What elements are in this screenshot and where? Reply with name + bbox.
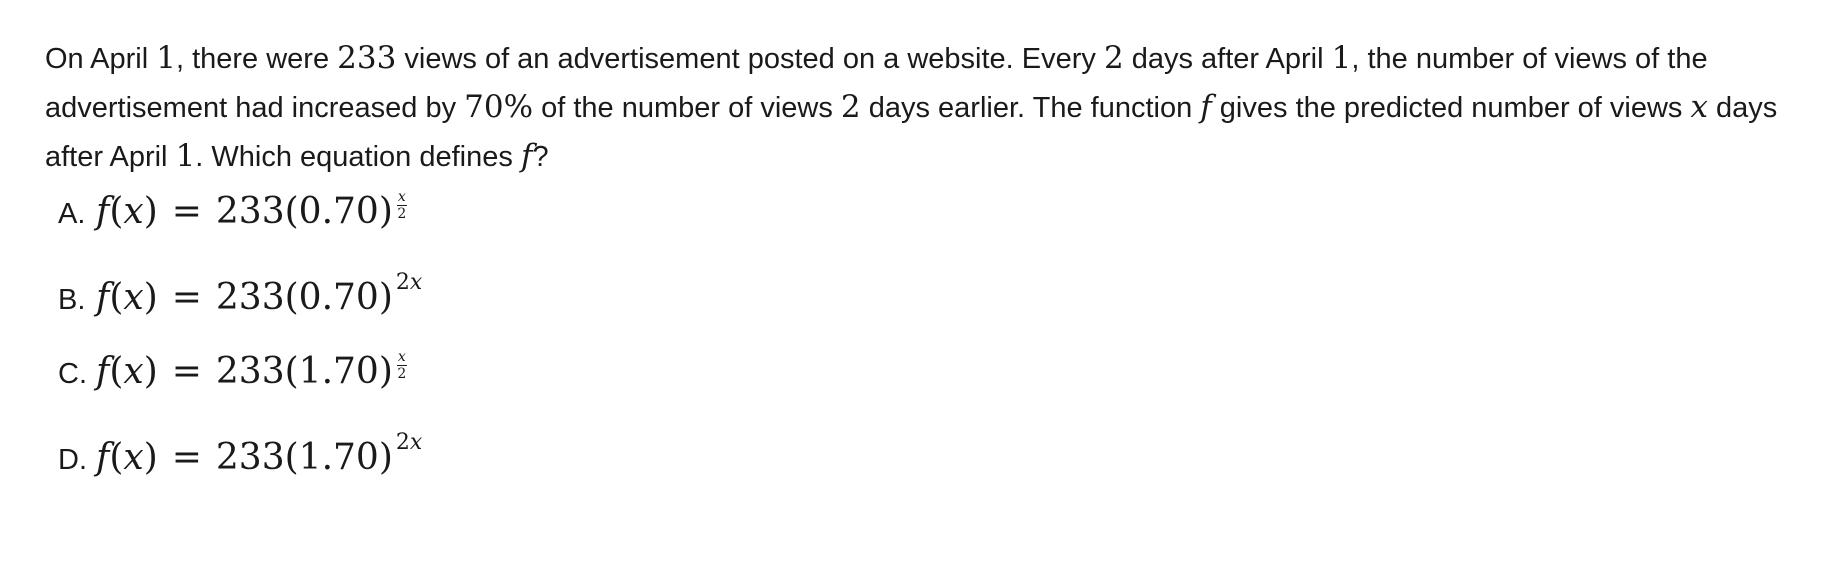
exponent-denominator: 2: [397, 206, 407, 222]
question-segment: views of an advertisement posted on a we…: [396, 43, 1104, 75]
question-number: 1: [175, 138, 196, 174]
growth-base: (1.70): [284, 351, 393, 392]
question-number: 233: [337, 40, 397, 76]
fraction-exponent: x2: [396, 189, 407, 222]
exponent-coefficient: 2: [395, 270, 410, 295]
choice-letter: D.: [58, 444, 87, 476]
exponent-denominator: 2: [397, 366, 407, 382]
question-segment: ?: [532, 141, 549, 173]
function-name: f: [96, 191, 110, 232]
question-variable: f: [1200, 89, 1212, 125]
function-name: f: [96, 277, 110, 318]
equals-sign: =: [171, 351, 202, 392]
question-segment: On April: [45, 43, 157, 75]
question-segment: days earlier. The function: [860, 92, 1201, 124]
function-argument: x: [123, 191, 144, 232]
equals-sign: =: [171, 437, 202, 478]
choice-equation: f(x) = 233(1.70) x 2: [96, 349, 407, 392]
question-variable: x: [1690, 89, 1708, 125]
answer-choice-d[interactable]: D. f(x) = 233(1.70) 2x: [58, 430, 422, 510]
exponent-numerator: x: [396, 189, 407, 206]
exponent-variable: x: [409, 430, 423, 455]
coefficient: 233: [215, 351, 285, 392]
product-exponent: 2x: [396, 430, 422, 455]
question-number: 1: [1331, 40, 1352, 76]
question-number: 2: [840, 89, 861, 125]
equals-sign: =: [171, 277, 202, 318]
coefficient: 233: [215, 191, 285, 232]
question-text: On April 1, there were 233 views of an a…: [45, 34, 1805, 181]
function-argument: x: [123, 277, 144, 318]
exponent-coefficient: 2: [395, 430, 410, 455]
exponent-variable: x: [409, 270, 423, 295]
fraction-exponent: x2: [396, 349, 407, 382]
function-argument: x: [123, 437, 144, 478]
choice-letter: A.: [58, 198, 86, 230]
answer-choice-c[interactable]: C. f(x) = 233(1.70) x 2: [58, 350, 422, 430]
choice-letter: C.: [58, 358, 87, 390]
coefficient: 233: [215, 437, 285, 478]
question-segment: . Which equation defines: [195, 141, 521, 173]
answer-choice-b[interactable]: B. f(x) = 233(0.70) 2x: [58, 270, 422, 350]
equals-sign: =: [171, 191, 202, 232]
question-segment: of the number of views: [533, 92, 841, 124]
choice-equation: f(x) = 233(0.70) 2x: [96, 270, 423, 318]
function-name: f: [96, 437, 110, 478]
exponent-numerator: x: [396, 349, 407, 366]
choice-equation: f(x) = 233(1.70) 2x: [96, 430, 423, 478]
function-argument: x: [123, 351, 144, 392]
answer-choice-a[interactable]: A. f(x) = 233(0.70) x 2: [58, 190, 422, 270]
question-number: 70%: [464, 89, 534, 125]
question-segment: , there were: [175, 43, 338, 75]
question-segment: days after April: [1123, 43, 1332, 75]
growth-base: (0.70): [284, 277, 393, 318]
question-number: 2: [1103, 40, 1124, 76]
choice-equation: f(x) = 233(0.70) x 2: [96, 189, 407, 232]
choice-letter: B.: [58, 284, 86, 316]
question-segment: gives the predicted number of views: [1211, 92, 1691, 124]
coefficient: 233: [215, 277, 285, 318]
question-number: 1: [156, 40, 176, 76]
growth-base: (0.70): [284, 191, 393, 232]
function-name: f: [96, 351, 110, 392]
product-exponent: 2x: [396, 270, 422, 295]
growth-base: (1.70): [284, 437, 393, 478]
question-variable: f: [520, 138, 533, 174]
answer-choices: A. f(x) = 233(0.70) x 2 B. f(x) = 233(0.70) 2x …: [58, 190, 422, 510]
